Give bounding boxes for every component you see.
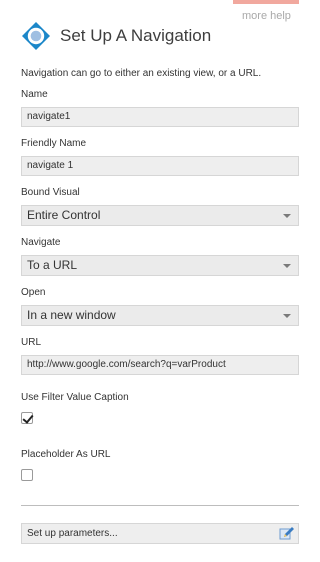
name-label: Name [21,89,48,100]
dialog-header: Set Up A Navigation [22,22,211,50]
navigate-label: Navigate [21,237,61,248]
divider [21,505,299,506]
chevron-down-icon [283,264,291,268]
friendly-name-label: Friendly Name [21,138,87,149]
use-filter-value-caption-checkbox[interactable] [21,412,33,424]
navigate-dropdown[interactable]: To a URL [21,255,299,276]
edit-pencil-icon [279,527,294,540]
open-value: In a new window [27,308,116,322]
navigation-compass-icon [22,22,50,50]
name-field[interactable]: navigate1 [21,107,299,127]
placeholder-as-url-label: Placeholder As URL [21,449,111,460]
dialog-content: Navigation can go to either an existing … [21,67,299,544]
use-filter-value-caption-label: Use Filter Value Caption [21,392,129,403]
intro-text: Navigation can go to either an existing … [21,68,262,79]
url-label: URL [21,337,42,348]
set-up-parameters-button[interactable]: Set up parameters... [21,523,299,544]
page-title: Set Up A Navigation [60,26,212,45]
chevron-down-icon [283,214,291,218]
set-up-parameters-label: Set up parameters... [27,528,118,539]
bound-visual-value: Entire Control [27,208,101,222]
url-field[interactable]: http://www.google.com/search?q=varProduc… [21,355,299,375]
placeholder-as-url-checkbox[interactable] [21,469,33,481]
open-dropdown[interactable]: In a new window [21,305,299,326]
friendly-name-field[interactable]: navigate 1 [21,156,299,176]
bound-visual-dropdown[interactable]: Entire Control [21,205,299,226]
bound-visual-label: Bound Visual [21,187,80,198]
chevron-down-icon [283,314,291,318]
open-label: Open [21,287,46,298]
navigate-value: To a URL [27,258,78,272]
help-tab[interactable] [233,0,299,4]
more-help-link[interactable]: more help [242,10,291,22]
